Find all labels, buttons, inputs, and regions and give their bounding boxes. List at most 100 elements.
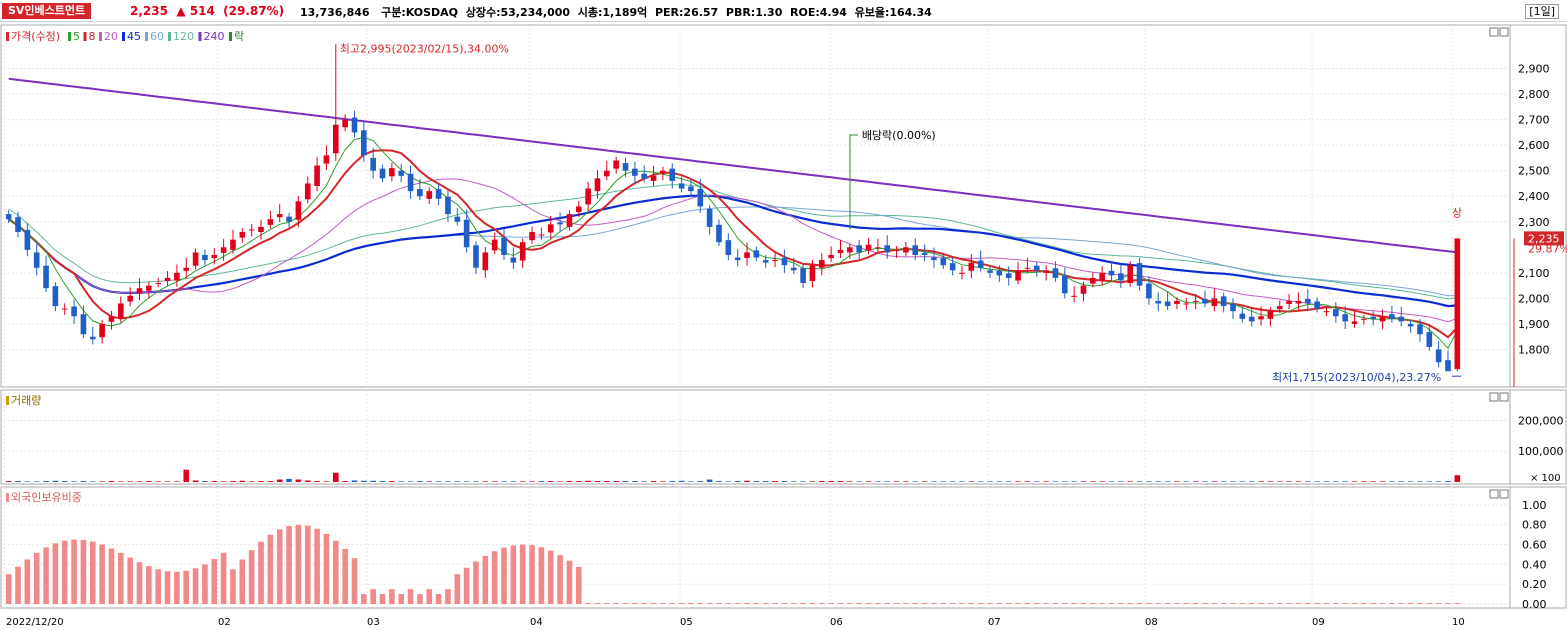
volume-bar[interactable] bbox=[688, 481, 694, 482]
volume-bar[interactable] bbox=[762, 481, 769, 482]
candle-body[interactable] bbox=[1071, 295, 1077, 297]
foreign-ratio-bar[interactable] bbox=[557, 555, 563, 604]
candle-body[interactable] bbox=[744, 252, 750, 259]
volume-bar[interactable] bbox=[697, 481, 704, 482]
volume-bar[interactable] bbox=[1202, 481, 1208, 482]
candle-body[interactable] bbox=[239, 231, 246, 238]
foreign-ratio-bar[interactable] bbox=[1370, 603, 1377, 604]
candle-body[interactable] bbox=[650, 175, 657, 181]
volume-bar[interactable] bbox=[1005, 481, 1012, 482]
candle-body[interactable] bbox=[575, 206, 582, 213]
foreign-ratio-bar[interactable] bbox=[1136, 603, 1143, 604]
foreign-ratio-bar[interactable] bbox=[304, 525, 311, 604]
candle-body[interactable] bbox=[1267, 311, 1274, 319]
foreign-ratio-bar[interactable] bbox=[136, 562, 143, 604]
foreign-ratio-bar[interactable] bbox=[463, 567, 470, 604]
candle-body[interactable] bbox=[61, 308, 68, 310]
volume-bar[interactable] bbox=[977, 481, 984, 482]
foreign-ratio-bar[interactable] bbox=[1108, 603, 1115, 604]
volume-bar[interactable] bbox=[949, 481, 956, 482]
volume-bar[interactable] bbox=[314, 481, 320, 482]
candle-body[interactable] bbox=[660, 170, 666, 174]
stock-name[interactable]: SV인베스트먼트 bbox=[2, 3, 92, 19]
candle-body[interactable] bbox=[33, 252, 40, 268]
candle-body[interactable] bbox=[220, 247, 227, 253]
volume-bar[interactable] bbox=[996, 481, 1003, 482]
candle-body[interactable] bbox=[781, 258, 788, 266]
volume-bar[interactable] bbox=[370, 480, 376, 482]
foreign-ratio-bar[interactable] bbox=[286, 525, 292, 604]
candle-body[interactable] bbox=[1061, 275, 1068, 294]
foreign-ratio-bar[interactable] bbox=[1164, 603, 1171, 604]
volume-bar[interactable] bbox=[192, 480, 199, 482]
foreign-ratio-bar[interactable] bbox=[295, 524, 302, 604]
volume-bar[interactable] bbox=[71, 481, 77, 482]
candle-body[interactable] bbox=[828, 254, 834, 259]
volume-bar[interactable] bbox=[940, 481, 947, 482]
volume-bar[interactable] bbox=[921, 481, 928, 482]
volume-bar[interactable] bbox=[800, 481, 806, 482]
volume-bar[interactable] bbox=[632, 481, 638, 482]
candle-body[interactable] bbox=[1304, 298, 1311, 304]
volume-bar[interactable] bbox=[52, 480, 59, 482]
candle-body[interactable] bbox=[230, 239, 236, 250]
foreign-ratio-bar[interactable] bbox=[1202, 603, 1208, 604]
foreign-ratio-bar[interactable] bbox=[884, 603, 891, 604]
foreign-ratio-bar[interactable] bbox=[1155, 603, 1162, 604]
foreign-ratio-bar[interactable] bbox=[968, 603, 975, 604]
volume-bar[interactable] bbox=[847, 481, 853, 482]
candle-body[interactable] bbox=[286, 216, 292, 222]
volume-bar[interactable] bbox=[361, 480, 367, 482]
foreign-ratio-bar[interactable] bbox=[473, 561, 479, 604]
candle-body[interactable] bbox=[912, 245, 919, 255]
candle-body[interactable] bbox=[1220, 296, 1227, 307]
candle-body[interactable] bbox=[1211, 298, 1218, 307]
candle-body[interactable] bbox=[1454, 238, 1461, 370]
volume-bar[interactable] bbox=[174, 481, 180, 482]
foreign-ratio-bar[interactable] bbox=[996, 603, 1003, 604]
foreign-ratio-bar[interactable] bbox=[856, 603, 862, 604]
volume-bar[interactable] bbox=[753, 481, 760, 482]
foreign-ratio-bar[interactable] bbox=[1127, 603, 1134, 604]
volume-bar[interactable] bbox=[1071, 481, 1077, 482]
candle-body[interactable] bbox=[1099, 272, 1105, 281]
candle-body[interactable] bbox=[884, 245, 891, 253]
volume-bar[interactable] bbox=[1248, 481, 1255, 482]
foreign-ratio-bar[interactable] bbox=[501, 547, 507, 604]
foreign-ratio-bar[interactable] bbox=[678, 603, 685, 604]
foreign-ratio-bar[interactable] bbox=[1090, 603, 1096, 604]
foreign-ratio-bar[interactable] bbox=[1435, 603, 1442, 604]
volume-bar[interactable] bbox=[1230, 481, 1236, 482]
foreign-ratio-bar[interactable] bbox=[426, 589, 433, 604]
candle-body[interactable] bbox=[632, 168, 638, 176]
volume-bar[interactable] bbox=[1407, 481, 1414, 482]
candle-body[interactable] bbox=[678, 183, 685, 189]
volume-bar[interactable] bbox=[1389, 481, 1395, 482]
candle-body[interactable] bbox=[1033, 265, 1040, 271]
volume-bar[interactable] bbox=[1239, 481, 1246, 482]
foreign-ratio-bar[interactable] bbox=[977, 603, 984, 604]
candle-body[interactable] bbox=[15, 217, 21, 232]
foreign-ratio-bar[interactable] bbox=[108, 548, 115, 604]
volume-bar[interactable] bbox=[1174, 481, 1180, 482]
volume-bar[interactable] bbox=[1155, 481, 1162, 482]
foreign-ratio-bar[interactable] bbox=[220, 552, 227, 604]
foreign-ratio-bar[interactable] bbox=[594, 603, 601, 604]
candle-body[interactable] bbox=[89, 336, 96, 340]
candle-body[interactable] bbox=[865, 244, 872, 251]
foreign-ratio-bar[interactable] bbox=[547, 550, 554, 604]
foreign-ratio-bar[interactable] bbox=[482, 555, 489, 604]
candle-body[interactable] bbox=[1155, 300, 1162, 304]
candle-body[interactable] bbox=[547, 224, 554, 233]
candle-body[interactable] bbox=[1136, 263, 1143, 286]
foreign-ratio-bar[interactable] bbox=[697, 603, 704, 604]
candle-body[interactable] bbox=[99, 323, 105, 338]
candle-body[interactable] bbox=[80, 314, 87, 335]
foreign-ratio-bar[interactable] bbox=[837, 603, 844, 604]
candle-body[interactable] bbox=[501, 237, 507, 255]
candle-body[interactable] bbox=[510, 257, 517, 263]
foreign-ratio-bar[interactable] bbox=[332, 540, 339, 604]
volume-bar[interactable] bbox=[1435, 481, 1442, 482]
foreign-ratio-bar[interactable] bbox=[1071, 603, 1077, 604]
candle-body[interactable] bbox=[706, 209, 713, 227]
